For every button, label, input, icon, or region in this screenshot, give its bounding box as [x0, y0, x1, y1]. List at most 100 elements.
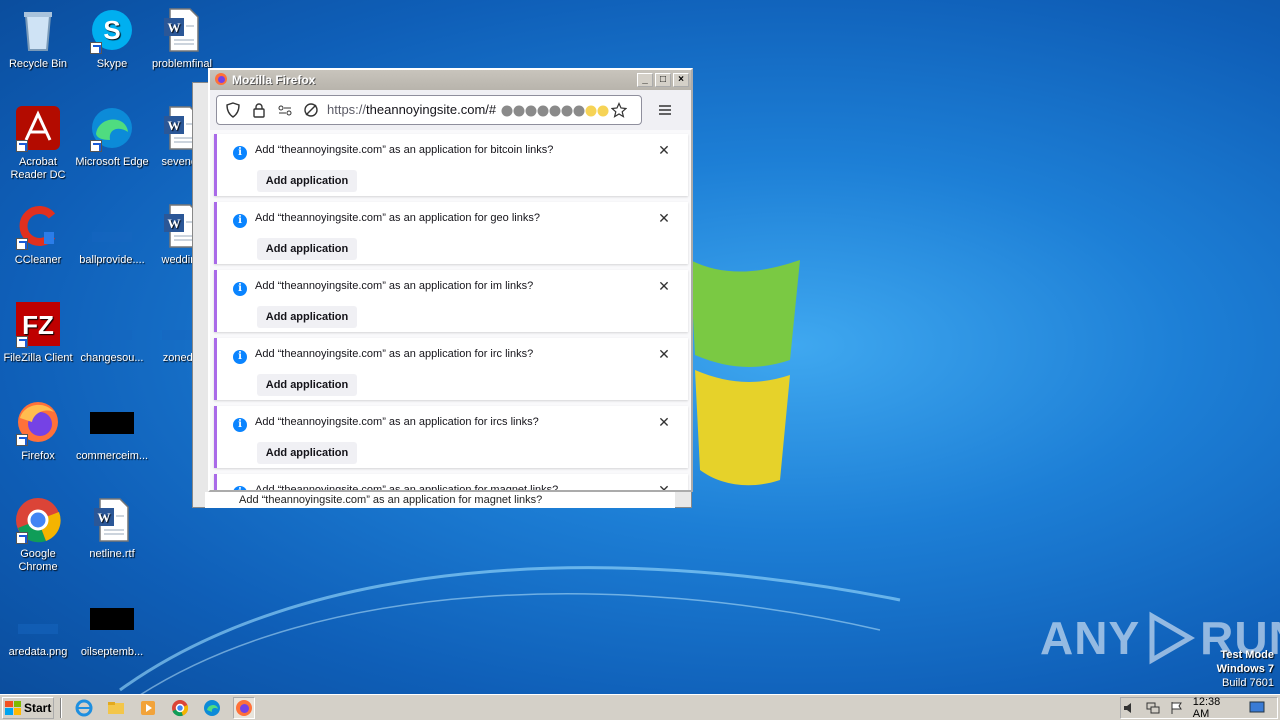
url-bar[interactable]: https://theannoyingsite.com/#: [216, 95, 642, 125]
chrome-taskbar-icon[interactable]: [169, 697, 191, 719]
app-menu-button[interactable]: [650, 95, 680, 125]
shortcut-arrow-icon: [16, 140, 28, 152]
desktop-icon[interactable]: oilseptemb...: [74, 594, 150, 659]
desktop-icon[interactable]: aredata.png: [0, 594, 76, 659]
ccleaner-icon: [14, 202, 62, 250]
edge-icon: [88, 104, 136, 152]
close-notification-icon[interactable]: ✕: [656, 278, 672, 294]
close-window-button[interactable]: ×: [673, 73, 689, 87]
desktop-icon[interactable]: Firefox: [0, 398, 76, 463]
info-icon: i: [233, 282, 247, 296]
show-desktop-icon[interactable]: [1249, 700, 1265, 716]
chrome-icon: [14, 496, 62, 544]
add-application-button[interactable]: Add application: [257, 306, 357, 328]
taskbar-clock[interactable]: 12:38 AM: [1193, 696, 1239, 720]
add-application-button[interactable]: Add application: [257, 238, 357, 260]
shortcut-arrow-icon: [90, 42, 102, 54]
black-image-icon: [88, 398, 136, 446]
windows-version-line: Windows 7: [1216, 663, 1274, 675]
shortcut-arrow-icon: [90, 140, 102, 152]
build-line: Build 7601: [1222, 677, 1274, 689]
firefox-taskbar-icon[interactable]: [233, 696, 255, 719]
url-text[interactable]: https://theannoyingsite.com/#: [327, 102, 609, 118]
desktop-icon[interactable]: changesou...: [74, 300, 150, 365]
skype-icon: S: [88, 6, 136, 54]
desktop-icon[interactable]: commerceim...: [74, 398, 150, 463]
media-player-icon[interactable]: [137, 697, 159, 719]
minimize-button[interactable]: _: [637, 73, 653, 87]
svg-text:W: W: [98, 510, 111, 525]
desktop-icon[interactable]: CCleaner: [0, 202, 76, 267]
firefox-logo-icon: [214, 72, 228, 89]
desktop-icon[interactable]: Google Chrome: [0, 496, 76, 574]
desktop-icon[interactable]: FZ FileZilla Client: [0, 300, 76, 365]
internet-explorer-icon[interactable]: [73, 697, 95, 719]
add-application-button[interactable]: Add application: [257, 170, 357, 192]
desktop-icon-label: Acrobat Reader DC: [10, 156, 66, 181]
windows-flag-icon: [5, 700, 21, 715]
action-center-flag-icon[interactable]: [1169, 700, 1185, 716]
start-button[interactable]: Start: [2, 696, 54, 719]
desktop-icon-label: Recycle Bin: [8, 58, 68, 70]
maximize-button[interactable]: □: [655, 73, 671, 87]
url-host: theannoyingsite.com: [366, 102, 486, 118]
close-notification-icon[interactable]: ✕: [656, 210, 672, 226]
info-icon: i: [233, 486, 247, 490]
close-notification-icon[interactable]: ✕: [656, 142, 672, 158]
desktop-icon[interactable]: Microsoft Edge: [74, 104, 150, 169]
desktop-icon-label: netline.rtf: [89, 548, 135, 560]
notification-message: Add “theannoyingsite.com” as an applicat…: [255, 348, 534, 360]
desktop-icon-label: Google Chrome: [18, 548, 58, 573]
start-label: Start: [24, 700, 52, 715]
desktop-icon-label: oilseptemb...: [80, 646, 144, 658]
desktop-icon[interactable]: Wnetline.rtf: [74, 496, 150, 561]
desktop-icon[interactable]: S Skype: [74, 6, 150, 71]
add-application-button[interactable]: Add application: [257, 374, 357, 396]
test-mode-label: Test Mode Windows 7 Build 7601: [1217, 648, 1274, 690]
navigation-toolbar: https://theannoyingsite.com/#: [210, 90, 691, 130]
url-path: /#: [485, 102, 497, 118]
desktop-icon[interactable]: ballprovide....: [74, 202, 150, 267]
desktop-icon-label: Skype: [96, 58, 128, 70]
desktop-icon[interactable]: Recycle Bin: [0, 6, 76, 71]
notification-message: Add “theannoyingsite.com” as an applicat…: [255, 212, 540, 224]
word-doc-icon: W: [88, 496, 136, 544]
protocol-handler-notification: i Add “theannoyingsite.com” as an applica…: [214, 338, 688, 400]
protocol-handler-notification: i Add “theannoyingsite.com” as an applica…: [214, 134, 688, 196]
notification-message: Add “theannoyingsite.com” as an applicat…: [255, 144, 554, 156]
info-icon: i: [233, 350, 247, 364]
network-icon[interactable]: [1145, 700, 1161, 716]
info-icon: i: [233, 146, 247, 160]
lock-icon[interactable]: [249, 100, 269, 120]
desktop-icon-label: Microsoft Edge: [75, 156, 149, 168]
firefox-window[interactable]: Mozilla Firefox _ □ × https://theannoyin…: [208, 68, 693, 492]
url-scheme: https://: [327, 102, 367, 118]
protocol-handler-notification: i Add “theannoyingsite.com” as an applica…: [214, 474, 688, 490]
svg-text:W: W: [168, 118, 181, 133]
desktop-icon-label: aredata.png: [8, 646, 68, 658]
close-notification-icon[interactable]: ✕: [656, 346, 672, 362]
background-notification-text: Add “theannoyingsite.com” as an applicat…: [239, 494, 543, 506]
svg-text:S: S: [103, 15, 120, 45]
close-notification-icon[interactable]: ✕: [656, 414, 672, 430]
edge-taskbar-icon[interactable]: [201, 697, 223, 719]
desktop-icon-label: CCleaner: [14, 254, 62, 266]
close-notification-icon[interactable]: ✕: [656, 482, 672, 490]
explorer-folder-icon[interactable]: [105, 697, 127, 719]
notification-message: Add “theannoyingsite.com” as an applicat…: [255, 484, 559, 490]
background-notification: Add “theannoyingsite.com” as an applicat…: [205, 492, 675, 508]
blank-file-icon: [14, 594, 62, 642]
tracking-protection-shield-icon[interactable]: [223, 100, 243, 120]
svg-text:W: W: [168, 216, 181, 231]
desktop-icon-label: Firefox: [21, 450, 55, 462]
desktop-icon[interactable]: Wproblemfinal: [144, 6, 220, 71]
volume-icon[interactable]: [1121, 700, 1137, 716]
desktop-icon[interactable]: Acrobat Reader DC: [0, 104, 76, 182]
shortcut-arrow-icon: [16, 532, 28, 544]
permissions-icon[interactable]: [275, 100, 295, 120]
window-titlebar[interactable]: Mozilla Firefox _ □ ×: [210, 70, 691, 90]
blocked-autoplay-icon[interactable]: [301, 100, 321, 120]
add-application-button[interactable]: Add application: [257, 442, 357, 464]
blank-file-icon: [88, 202, 136, 250]
bookmark-star-icon[interactable]: [609, 100, 629, 120]
